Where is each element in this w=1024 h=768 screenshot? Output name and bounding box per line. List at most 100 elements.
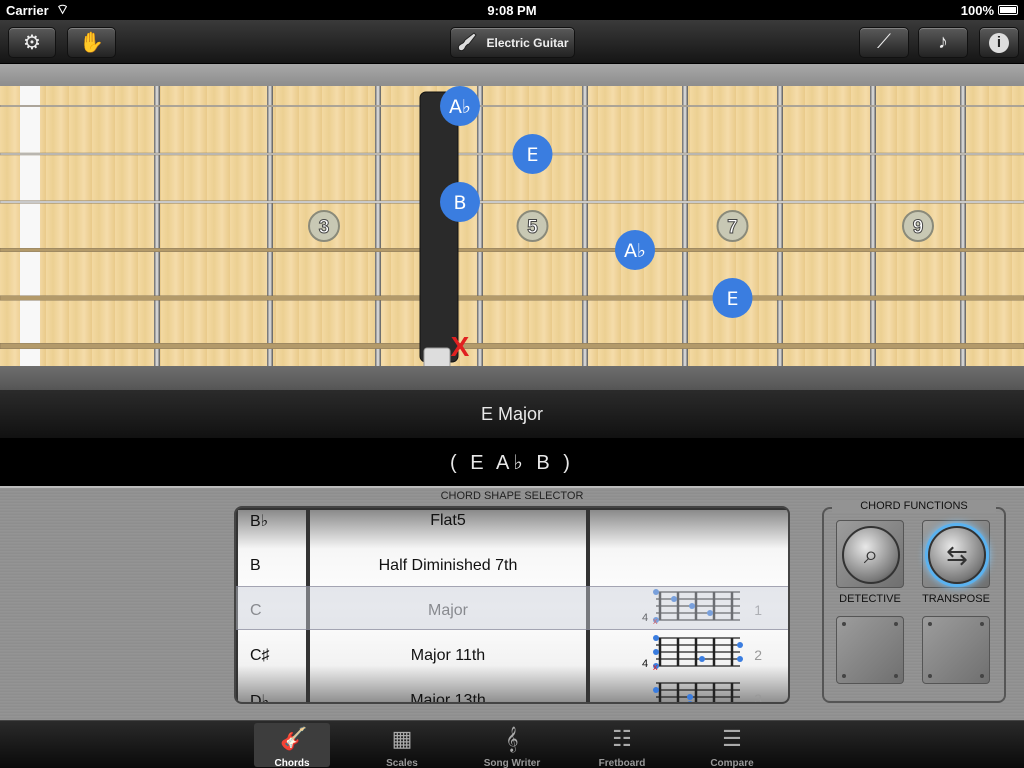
chord-type-option[interactable]: Flat5 xyxy=(310,510,586,543)
gear-icon: ⚙ xyxy=(23,32,41,54)
guitar-string xyxy=(0,152,1024,156)
shape-number: 3 xyxy=(754,691,762,704)
fret-marker-label: 7 xyxy=(727,217,738,238)
fret-marker-label: 3 xyxy=(319,217,330,238)
root-option[interactable]: B♭ xyxy=(238,510,306,543)
tab-label: Scales xyxy=(386,758,418,768)
tab-label: Chords xyxy=(274,758,310,768)
root-option[interactable]: D♭ xyxy=(238,678,306,703)
shape-dot xyxy=(687,701,693,702)
shape-dot xyxy=(653,635,659,641)
tab-bar: 🎸 Chords ▦ Scales 𝄞 Song Writer ☷ Fretbo… xyxy=(0,720,1024,768)
shape-dot xyxy=(699,656,705,662)
tab-label: Fretboard xyxy=(598,758,646,768)
chord-type-option[interactable]: Half Diminished 7th xyxy=(310,543,586,588)
chord-type-option[interactable]: Major 13th xyxy=(310,678,586,703)
hand-icon: ✋ xyxy=(79,32,104,54)
instrument-label: Electric Guitar xyxy=(486,35,569,50)
chord-picker[interactable]: B♭ B C C♯ D♭ Flat5 Half Diminished 7th M… xyxy=(234,506,790,704)
detective-label: DETECTIVE xyxy=(839,593,901,605)
note-label: A♭ xyxy=(624,240,646,262)
note-label: A♭ xyxy=(449,96,471,118)
chord-notes-bar: ( E A♭ B ) xyxy=(0,438,1024,486)
hand-button[interactable]: ✋ xyxy=(67,27,116,58)
tab-chords[interactable]: 🎸 Chords xyxy=(254,723,330,768)
chord-name-bar: E Major xyxy=(0,390,1024,438)
root-option[interactable]: B xyxy=(238,543,306,588)
info-button[interactable]: i xyxy=(979,27,1019,58)
tuning-fork-icon: ⟋ xyxy=(877,31,891,53)
fret-wire xyxy=(582,86,588,366)
empty-function-slot xyxy=(922,616,990,684)
guitar-string xyxy=(0,248,1024,252)
tab-song-writer[interactable]: 𝄞 Song Writer xyxy=(474,723,550,768)
clock: 9:08 PM xyxy=(487,3,537,18)
fretboard-canvas[interactable]: 3 5 7 9 X A♭ E B A♭ E xyxy=(0,86,1024,366)
sound-button[interactable]: ♪ xyxy=(918,27,968,58)
tab-scales[interactable]: ▦ Scales xyxy=(364,723,440,768)
fret-wire xyxy=(870,86,876,366)
settings-button[interactable]: ⚙ xyxy=(8,27,56,58)
transpose-button[interactable]: ⇆ xyxy=(922,520,990,588)
magnifier-icon: ⌕ xyxy=(842,526,900,584)
fret-wire xyxy=(682,86,688,366)
guitar-string xyxy=(0,105,1024,107)
guitar-icon xyxy=(458,31,478,51)
fret-marker-label: 9 xyxy=(913,217,924,238)
root-option[interactable]: C♯ xyxy=(238,633,306,678)
shape-dot xyxy=(737,642,743,648)
tab-label: Compare xyxy=(710,758,754,768)
tab-fretboard[interactable]: ☷ Fretboard xyxy=(584,723,660,768)
battery-icon xyxy=(998,5,1018,15)
scales-grid-icon: ▦ xyxy=(391,726,413,751)
fret-marker-label: 5 xyxy=(527,217,538,238)
note-label: E xyxy=(726,288,738,310)
selection-highlight xyxy=(236,586,788,630)
capo-clamp xyxy=(423,347,451,366)
treble-clef-icon: 𝄞 xyxy=(505,726,519,751)
instrument-button[interactable]: Electric Guitar xyxy=(450,27,575,58)
shape-dot xyxy=(653,687,659,693)
fretboard[interactable]: 3 5 7 9 X A♭ E B A♭ E xyxy=(0,86,1024,366)
shape-mute-mark: x xyxy=(653,662,658,672)
shape-fret-label: 4 xyxy=(642,658,649,670)
transpose-icon: ⇆ xyxy=(928,526,986,584)
fret-wire xyxy=(375,86,381,366)
chord-name: E Major xyxy=(480,403,543,424)
capo-bar xyxy=(419,91,459,363)
guitar-string xyxy=(0,200,1024,204)
fret-wire xyxy=(267,86,273,366)
fret-wire xyxy=(960,86,966,366)
tab-label: Song Writer xyxy=(483,758,541,768)
fret-wire xyxy=(154,86,160,366)
info-icon: i xyxy=(989,32,1009,53)
guitar-string xyxy=(0,343,1024,349)
chord-type-option[interactable]: Major 11th xyxy=(310,633,586,678)
status-bar: Carrier ⌔ 9:08 PM 100% xyxy=(0,0,1024,20)
guitar-string xyxy=(0,295,1024,301)
chord-functions-title: CHORD FUNCTIONS xyxy=(832,500,996,512)
shape-number: 2 xyxy=(754,647,762,663)
fretboard-icon: ☷ xyxy=(612,726,632,751)
note-label: E xyxy=(526,144,538,166)
music-note-icon: ♪ xyxy=(938,31,948,53)
shape-dot xyxy=(687,694,693,700)
fret-wire xyxy=(477,86,483,366)
chord-notes: ( E A♭ B ) xyxy=(450,451,574,474)
muted-string-mark: X xyxy=(451,331,470,362)
detective-button[interactable]: ⌕ xyxy=(836,520,904,588)
shape-dot xyxy=(737,656,743,662)
shape-dot xyxy=(653,649,659,655)
empty-function-slot xyxy=(836,616,904,684)
fret-wire xyxy=(777,86,783,366)
compare-icon: ☰ xyxy=(722,726,742,751)
nut xyxy=(20,86,40,366)
top-toolbar: ⚙ ✋ Electric Guitar ⟋ ♪ i xyxy=(0,20,1024,64)
transpose-label: TRANSPOSE xyxy=(922,593,990,605)
tuner-button[interactable]: ⟋ xyxy=(859,27,909,58)
battery-percent: 100% xyxy=(960,3,994,18)
tab-compare[interactable]: ☰ Compare xyxy=(694,723,770,768)
chord-shape-selector-title: CHORD SHAPE SELECTOR xyxy=(440,490,584,502)
note-label: B xyxy=(453,192,466,214)
guitar-icon: 🎸 xyxy=(280,726,308,751)
